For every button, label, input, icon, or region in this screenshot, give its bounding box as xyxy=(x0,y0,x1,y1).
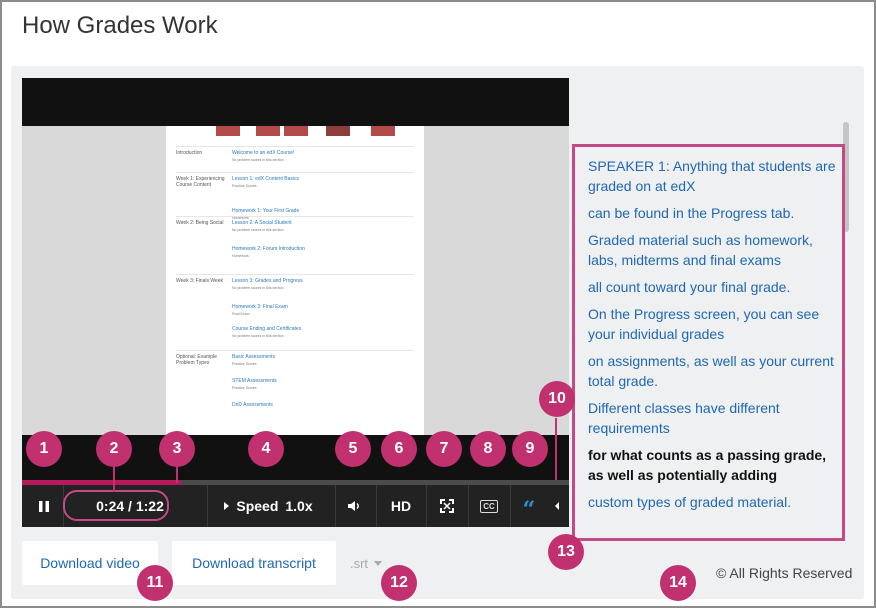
video-page-subtext: Homework xyxy=(232,254,249,258)
callout-badge: 6 xyxy=(381,431,417,467)
transcript-line[interactable]: On the Progress screen, you can see your… xyxy=(588,304,840,344)
transcript-toggle-button[interactable]: “ xyxy=(514,485,544,527)
video-chart-bar xyxy=(216,126,240,136)
video-page-subtext: Practice Scores xyxy=(232,184,257,188)
video-chart-bar xyxy=(326,126,350,136)
chevron-down-icon xyxy=(374,560,383,566)
volume-icon xyxy=(348,501,359,511)
video-page-link: Homework 1: Your First Grade xyxy=(232,208,300,214)
callout-badge: 10 xyxy=(539,381,575,417)
divider xyxy=(376,485,377,527)
fullscreen-icon xyxy=(440,499,454,513)
hd-label: HD xyxy=(390,498,412,514)
video-page-divider xyxy=(176,274,414,275)
video-page-section: Week 3: Finals Week xyxy=(176,278,224,284)
video-page-link: Welcome to an edX Course! xyxy=(232,150,295,156)
divider xyxy=(426,485,427,527)
quote-icon: “ xyxy=(522,497,536,523)
video-page-link: Homework 3: Final Exam xyxy=(232,304,288,310)
transcript-line-active[interactable]: for what counts as a passing grade, as w… xyxy=(588,445,840,485)
video-page-subtext: No problem scores in this section xyxy=(232,334,284,338)
callout-badge: 12 xyxy=(381,565,417,601)
transcript-line[interactable]: can be found in the Progress tab. xyxy=(588,203,840,223)
volume-button[interactable] xyxy=(338,485,372,527)
transcript-line[interactable]: custom types of graded material. xyxy=(588,492,840,512)
speed-value: 1.0x xyxy=(285,498,313,514)
hd-button[interactable]: HD xyxy=(380,485,422,527)
video-chart-bar xyxy=(284,126,308,136)
transcript-line[interactable]: all count toward your final grade. xyxy=(588,277,840,297)
download-transcript-label: Download transcript xyxy=(192,555,316,571)
callout-badge: 14 xyxy=(660,565,696,601)
video-page-section: Optional: Example Problem Types xyxy=(176,354,217,366)
divider xyxy=(468,485,469,527)
video-page-link: Lesson 3: Grades and Progress xyxy=(232,278,303,284)
video-page-divider xyxy=(176,172,414,173)
pause-icon xyxy=(39,500,49,512)
time-display-outline xyxy=(63,490,169,521)
callout-badge: 8 xyxy=(470,431,506,467)
divider xyxy=(207,485,208,527)
video-page-subtext: No problem scores in this section xyxy=(232,228,284,232)
transcript-line[interactable]: Different classes have different require… xyxy=(588,398,840,438)
callout-connector xyxy=(113,466,115,492)
video-page-subtext: No problem scores in this section xyxy=(232,158,284,162)
video-page-link: Homework 2: Forum Introduction xyxy=(232,246,305,252)
video-page-divider xyxy=(176,216,414,217)
video-page-section: Introduction xyxy=(176,150,203,156)
callout-badge: 4 xyxy=(248,431,284,467)
video-page-subtext: No problem scores in this section xyxy=(232,286,284,290)
callout-connector xyxy=(555,418,557,480)
video-page-link: Lesson 2: A Social Student xyxy=(232,220,292,226)
transcript-line[interactable]: Graded material such as homework, labs, … xyxy=(588,230,840,270)
cc-icon: CC xyxy=(480,499,498,513)
speed-label: Speed xyxy=(236,498,279,514)
callout-badge: 5 xyxy=(335,431,371,467)
video-chart-bar xyxy=(256,126,280,136)
video-page-divider xyxy=(176,350,414,351)
collapse-button[interactable] xyxy=(548,485,566,527)
callout-badge: 7 xyxy=(426,431,462,467)
video-page-section: Week 1: Experiencing Course Content xyxy=(176,176,225,188)
callout-badge: 9 xyxy=(512,431,548,467)
closed-captions-button[interactable]: CC xyxy=(472,485,506,527)
callout-badge: 3 xyxy=(159,431,195,467)
callout-badge: 2 xyxy=(96,431,132,467)
transcript-line[interactable]: on assignments, as well as your current … xyxy=(588,351,840,391)
video-progress-page-capture: Introduction Welcome to an edX Course! No … xyxy=(166,126,424,483)
pause-button[interactable] xyxy=(30,485,58,527)
video-page-link: STEM Assessments xyxy=(232,378,277,384)
download-transcript-button[interactable]: Download transcript xyxy=(172,541,336,585)
video-page-link: Lesson 1: edX Content Basics xyxy=(232,176,299,182)
transcript-format-value: .srt xyxy=(349,555,369,571)
chevron-left-icon xyxy=(555,502,559,510)
video-letterbox-top xyxy=(22,78,569,126)
video-frame: Introduction Welcome to an edX Course! No … xyxy=(22,126,569,483)
video-page-link: DnD Assessments xyxy=(232,402,273,408)
divider xyxy=(510,485,511,527)
callout-badge: 11 xyxy=(137,565,173,601)
copyright-text: © All Rights Reserved xyxy=(716,565,853,581)
transcript-line[interactable]: SPEAKER 1: Anything that students are gr… xyxy=(588,156,840,196)
divider xyxy=(335,485,336,527)
video-page-link: Basic Assessments xyxy=(232,354,276,360)
page-title: How Grades Work xyxy=(22,12,218,39)
video-player[interactable]: Introduction Welcome to an edX Course! No … xyxy=(22,78,569,483)
video-page-subtext: Practice Scores xyxy=(232,362,257,366)
video-page-section: Week 2: Being Social xyxy=(176,220,224,226)
callout-badge: 1 xyxy=(26,431,62,467)
video-page-divider xyxy=(176,146,414,147)
callout-badge: 13 xyxy=(548,534,584,570)
callout-connector xyxy=(176,466,178,483)
download-video-label: Download video xyxy=(40,555,140,571)
video-page-subtext: Final Exam xyxy=(232,312,250,316)
video-chart-bar xyxy=(371,126,395,136)
fullscreen-button[interactable] xyxy=(430,485,464,527)
speed-button[interactable]: Speed 1.0x xyxy=(218,485,318,527)
transcript-panel: SPEAKER 1: Anything that students are gr… xyxy=(588,156,840,519)
caret-right-icon xyxy=(224,502,230,510)
video-page-subtext: Practice Scores xyxy=(232,386,257,390)
video-page-link: Course Ending and Certificates xyxy=(232,326,302,332)
